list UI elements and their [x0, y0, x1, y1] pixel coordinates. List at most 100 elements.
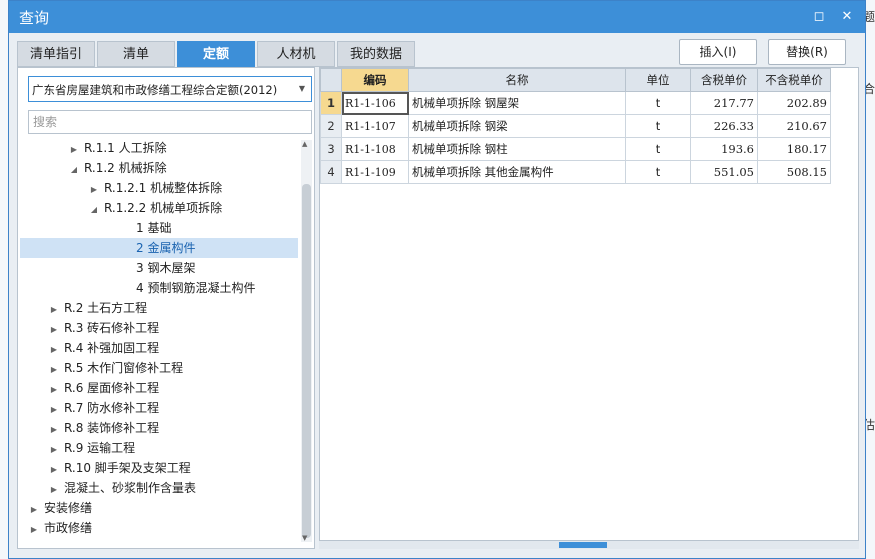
chevron-down-icon[interactable]: ▼ — [299, 84, 305, 93]
expand-icon[interactable]: ▶ — [48, 360, 60, 380]
cell-name[interactable]: 机械单项拆除 钢柱 — [408, 137, 626, 161]
cell-unit[interactable]: t — [625, 91, 691, 115]
expand-icon[interactable]: ▶ — [48, 480, 60, 500]
cell-price-notax[interactable]: 210.67 — [757, 114, 831, 138]
row-number[interactable]: 1 — [320, 91, 342, 115]
tree-node[interactable]: ▶ R.2 土石方工程 — [20, 298, 298, 318]
tree-node-label: R.6 屋面修补工程 — [64, 381, 160, 395]
search-input[interactable] — [28, 110, 312, 134]
expand-icon[interactable]: ▶ — [48, 460, 60, 480]
cell-name[interactable]: 机械单项拆除 钢屋架 — [408, 91, 626, 115]
tab-list-guide[interactable]: 清单指引 — [17, 41, 95, 67]
tree-node[interactable]: ▶ R.7 防水修补工程 — [20, 398, 298, 418]
expand-icon[interactable]: ▶ — [88, 180, 100, 200]
expand-icon[interactable]: ▶ — [28, 520, 40, 540]
tree-node[interactable]: ▶ R.1.2.1 机械整体拆除 — [20, 178, 298, 198]
cell-unit[interactable]: t — [625, 114, 691, 138]
tree-node-label: R.7 防水修补工程 — [64, 401, 160, 415]
cell-price-notax[interactable]: 180.17 — [757, 137, 831, 161]
collapse-icon[interactable]: ◢ — [68, 160, 80, 180]
quota-tree: ▶ R.1.1 人工拆除 ◢ R.1.2 机械拆除 ▶ R.1.2.1 机械整体拆除 ◢ R.… — [18, 138, 300, 548]
cell-unit[interactable]: t — [625, 160, 691, 184]
expand-icon[interactable]: ▶ — [48, 320, 60, 340]
quota-library-select[interactable]: 广东省房屋建筑和市政修缮工程综合定额(2012) ▼ — [28, 76, 312, 102]
row-number[interactable]: 3 — [320, 137, 342, 161]
tree-node-label: R.2 土石方工程 — [64, 301, 148, 315]
table-row[interactable]: 2 R1-1-107 机械单项拆除 钢梁 t 226.33 210.67 — [320, 114, 831, 138]
cell-name[interactable]: 机械单项拆除 其他金属构件 — [408, 160, 626, 184]
expand-icon[interactable]: ▶ — [28, 500, 40, 520]
tree-node[interactable]: ▶ 市政修缮 — [20, 518, 298, 538]
tab-labor-material-machine[interactable]: 人材机 — [257, 41, 335, 67]
cell-name[interactable]: 机械单项拆除 钢梁 — [408, 114, 626, 138]
tree-node-label: 2 金属构件 — [136, 241, 196, 255]
tree-node[interactable]: 2 金属构件 — [20, 238, 298, 258]
cell-unit[interactable]: t — [625, 137, 691, 161]
column-header-price-notax[interactable]: 不含税单价 — [757, 68, 831, 92]
dialog-titlebar[interactable]: 查询 ◻ ✕ — [9, 1, 865, 33]
table-horizontal-scrollbar[interactable] — [319, 541, 859, 549]
tree-node[interactable]: 4 预制钢筋混凝土构件 — [20, 278, 298, 298]
scroll-down-icon[interactable]: ▼ — [302, 534, 307, 542]
column-header-price-tax[interactable]: 含税单价 — [690, 68, 758, 92]
expand-icon[interactable]: ▶ — [48, 400, 60, 420]
cell-price-tax[interactable]: 193.6 — [690, 137, 758, 161]
scrollbar-indicator[interactable] — [559, 542, 607, 548]
tree-node[interactable]: ▶ R.6 屋面修补工程 — [20, 378, 298, 398]
tab-my-data[interactable]: 我的数据 — [337, 41, 415, 67]
expand-icon[interactable]: ▶ — [48, 340, 60, 360]
scroll-up-icon[interactable]: ▲ — [302, 140, 307, 148]
tree-node[interactable]: ▶ 安装修缮 — [20, 498, 298, 518]
query-dialog: 查询 ◻ ✕ 清单指引 清单 定额 人材机 我的数据 插入(I) 替换(R) 广… — [8, 0, 866, 559]
table-row[interactable]: 3 R1-1-108 机械单项拆除 钢柱 t 193.6 180.17 — [320, 137, 831, 161]
column-header-code[interactable]: 编码 — [341, 68, 409, 92]
tree-node[interactable]: ▶ R.4 补强加固工程 — [20, 338, 298, 358]
replace-button[interactable]: 替换(R) — [768, 39, 846, 65]
tree-node[interactable]: ▶ 混凝土、砂浆制作含量表 — [20, 478, 298, 498]
table-row[interactable]: 4 R1-1-109 机械单项拆除 其他金属构件 t 551.05 508.15 — [320, 160, 831, 184]
expand-icon[interactable]: ▶ — [68, 140, 80, 160]
quota-library-value: 广东省房屋建筑和市政修缮工程综合定额(2012) — [32, 83, 278, 97]
scrollbar-thumb[interactable] — [302, 184, 311, 538]
expand-icon[interactable]: ▶ — [48, 440, 60, 460]
restore-icon[interactable]: ◻ — [809, 7, 829, 27]
tree-node[interactable]: ◢ R.1.2.2 机械单项拆除 — [20, 198, 298, 218]
tree-node[interactable]: ▶ R.10 脚手架及支架工程 — [20, 458, 298, 478]
expand-icon[interactable]: ▶ — [48, 380, 60, 400]
close-icon[interactable]: ✕ — [837, 7, 857, 27]
cell-price-notax[interactable]: 202.89 — [757, 91, 831, 115]
tree-node[interactable]: ▶ R.9 运输工程 — [20, 438, 298, 458]
tree-node[interactable]: ▶ R.5 木作门窗修补工程 — [20, 358, 298, 378]
cell-code[interactable]: R1-1-106 — [341, 91, 409, 115]
row-number[interactable]: 2 — [320, 114, 342, 138]
cell-price-tax[interactable]: 217.77 — [690, 91, 758, 115]
cell-price-tax[interactable]: 226.33 — [690, 114, 758, 138]
cell-price-tax[interactable]: 551.05 — [690, 160, 758, 184]
tree-node[interactable]: 1 基础 — [20, 218, 298, 238]
tree-node-label: R.9 运输工程 — [64, 441, 136, 455]
expand-icon[interactable]: ▶ — [48, 300, 60, 320]
tree-node[interactable]: ▶ R.1.1 人工拆除 — [20, 138, 298, 158]
cell-price-notax[interactable]: 508.15 — [757, 160, 831, 184]
column-header-name[interactable]: 名称 — [408, 68, 626, 92]
tab-quota[interactable]: 定额 — [177, 41, 255, 67]
row-number[interactable]: 4 — [320, 160, 342, 184]
tree-node[interactable]: ◢ R.1.2 机械拆除 — [20, 158, 298, 178]
tree-node[interactable]: ▶ R.3 砖石修补工程 — [20, 318, 298, 338]
column-header-unit[interactable]: 单位 — [625, 68, 691, 92]
cell-code[interactable]: R1-1-107 — [341, 114, 409, 138]
cell-code[interactable]: R1-1-109 — [341, 160, 409, 184]
tree-node-label: 4 预制钢筋混凝土构件 — [136, 281, 256, 295]
tree-node[interactable]: 3 钢木屋架 — [20, 258, 298, 278]
tree-node-label: R.8 装饰修补工程 — [64, 421, 160, 435]
expand-icon[interactable]: ▶ — [48, 420, 60, 440]
tree-node[interactable]: ▶ R.8 装饰修补工程 — [20, 418, 298, 438]
tree-scrollbar[interactable]: ▲ ▼ — [301, 140, 312, 542]
tree-node-label: R.10 脚手架及支架工程 — [64, 461, 191, 475]
quota-table: 编码 名称 单位 含税单价 不含税单价 1 R1-1-106 机械单项拆除 钢屋架 t… — [320, 68, 831, 184]
cell-code[interactable]: R1-1-108 — [341, 137, 409, 161]
collapse-icon[interactable]: ◢ — [88, 200, 100, 220]
table-row[interactable]: 1 R1-1-106 机械单项拆除 钢屋架 t 217.77 202.89 — [320, 91, 831, 115]
tab-list[interactable]: 清单 — [97, 41, 175, 67]
insert-button[interactable]: 插入(I) — [679, 39, 757, 65]
